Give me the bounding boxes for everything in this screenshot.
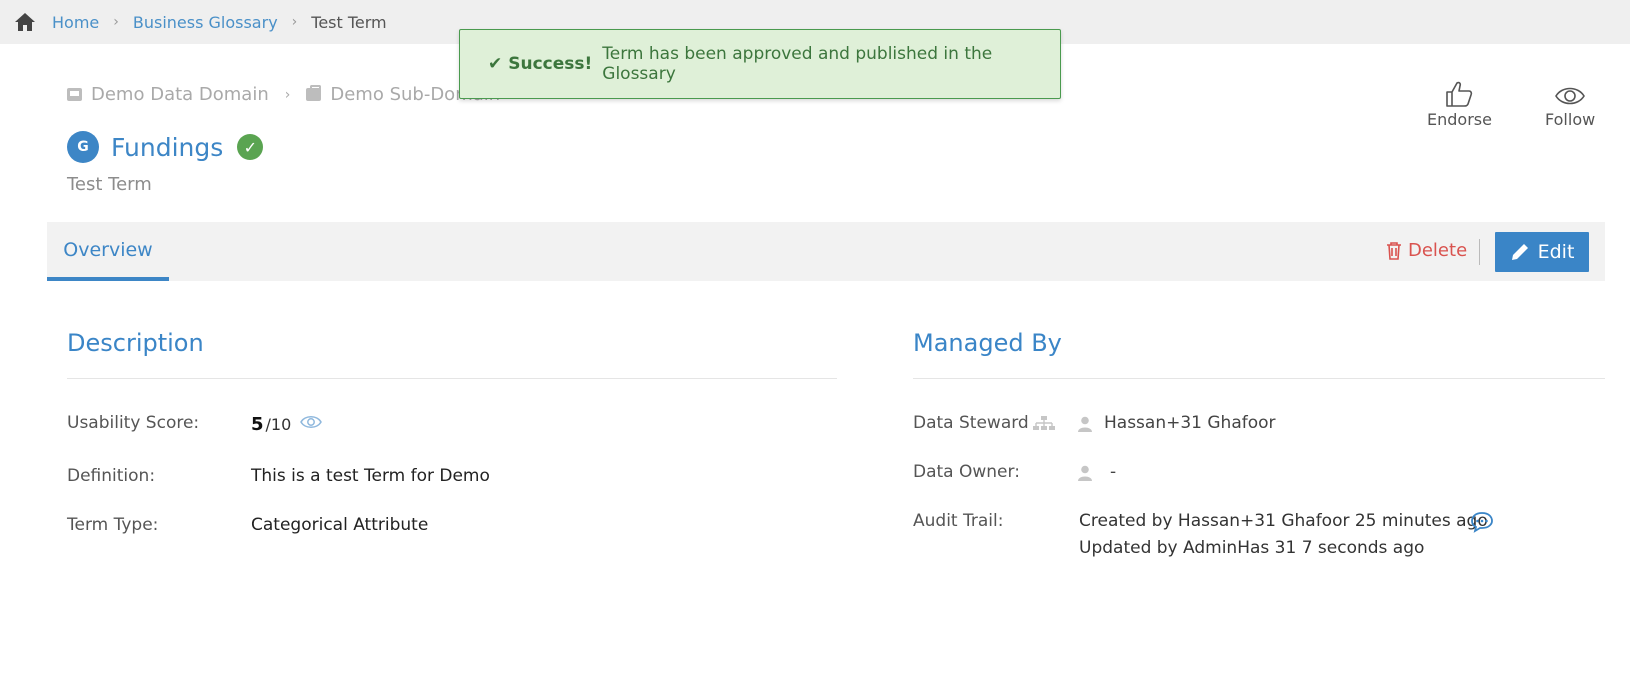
follow-button[interactable]: Follow [1545,80,1595,129]
tab-bar: Overview Delete Edit [47,222,1605,281]
audit-created: Created by Hassan+31 Ghafoor 25 minutes … [1079,511,1488,531]
comment-icon[interactable] [1470,511,1494,533]
eye-icon[interactable] [300,414,323,430]
verified-check-icon: ✓ [237,134,264,160]
divider [1479,239,1480,265]
home-icon[interactable] [14,12,36,32]
domain-path: Demo Data Domain › Demo Sub-Domain [67,84,500,105]
page-title: Fundings [111,132,224,162]
definition-value: This is a test Term for Demo [251,466,490,486]
breadcrumb-home-link[interactable]: Home [52,13,99,32]
audit-trail-label: Audit Trail: [913,511,1004,531]
term-subtitle: Test Term [67,174,152,195]
chevron-right-icon: › [113,14,119,30]
success-toast: ✔ Success! Term has been approved and pu… [459,29,1061,99]
domain-icon [67,88,82,101]
hierarchy-icon[interactable] [1033,416,1055,432]
follow-label: Follow [1545,110,1596,129]
user-icon [1078,465,1092,481]
thumbs-up-icon [1446,81,1473,107]
domain-link[interactable]: Demo Data Domain [91,84,269,105]
pencil-icon [1511,244,1528,260]
description-title: Description [67,329,204,357]
chevron-right-icon: › [284,86,291,103]
chevron-right-icon: › [291,14,298,30]
tab-overview[interactable]: Overview [47,222,169,281]
term-type-label: Term Type: [67,515,159,535]
data-steward-label: Data Steward [913,413,1029,433]
definition-label: Definition: [67,466,156,486]
divider [67,378,837,379]
eye-icon [1555,87,1586,105]
check-icon: ✔ [488,54,503,74]
breadcrumb-current: Test Term [311,12,387,32]
trash-icon [1387,242,1401,260]
audit-updated: Updated by AdminHas 31 7 seconds ago [1079,538,1425,558]
data-owner-value: - [1110,462,1117,482]
user-icon [1078,416,1092,432]
usability-score: 5 /10 [251,414,323,435]
endorse-label: Endorse [1427,110,1492,129]
endorse-button[interactable]: Endorse [1427,80,1492,129]
toast-message: Term has been approved and published in … [602,44,993,84]
toast-strong: Success! [508,54,593,74]
breadcrumb: Home › Business Glossary › Test Term [14,12,387,32]
usability-score-max: /10 [265,415,292,434]
data-steward-value[interactable]: Hassan+31 Ghafoor [1104,413,1276,433]
usability-score-label: Usability Score: [67,413,200,433]
term-type-value: Categorical Attribute [251,515,429,535]
delete-button[interactable]: Delete [1386,240,1467,261]
term-header: G Fundings ✓ [67,131,264,163]
edit-button[interactable]: Edit [1495,232,1589,272]
briefcase-icon [306,85,322,101]
divider [913,378,1605,379]
data-owner-label: Data Owner: [913,462,1020,482]
glossary-badge: G [67,131,99,163]
usability-score-value: 5 [251,414,264,435]
delete-label: Delete [1408,240,1468,261]
edit-label: Edit [1537,241,1575,263]
breadcrumb-glossary-link[interactable]: Business Glossary [133,13,278,32]
managed-by-title: Managed By [913,329,1062,357]
